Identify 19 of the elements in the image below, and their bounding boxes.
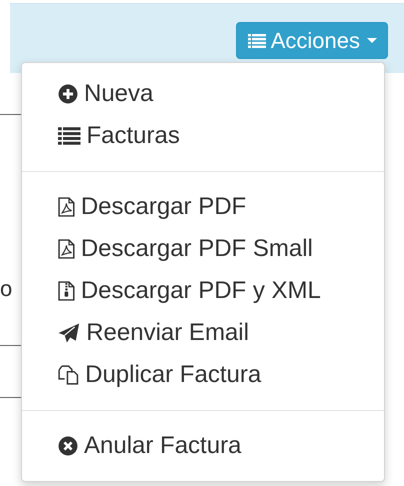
plus-circle-icon xyxy=(58,84,78,104)
menu-item[interactable]: Anular Factura xyxy=(22,425,384,467)
list-icon xyxy=(58,126,80,146)
list-icon xyxy=(248,32,266,48)
copy-icon xyxy=(58,365,80,385)
menu-item[interactable]: Facturas xyxy=(22,115,384,157)
cut-off-text: o xyxy=(0,276,12,302)
menu-item[interactable]: Descargar PDF xyxy=(22,186,384,228)
pdf-file-icon xyxy=(58,197,75,217)
caret-icon xyxy=(367,38,377,43)
paper-plane-icon xyxy=(58,323,80,343)
menu-item[interactable]: Descargar PDF y XML xyxy=(22,270,384,312)
menu-item[interactable]: Descargar PDF Small xyxy=(22,228,384,270)
menu-item[interactable]: Reenviar Email xyxy=(22,312,384,354)
zip-file-icon xyxy=(58,281,75,301)
menu-item[interactable]: Duplicar Factura xyxy=(22,354,384,396)
menu-item[interactable]: Nueva xyxy=(22,73,384,115)
pdf-file-icon xyxy=(58,239,75,259)
close-circle-icon xyxy=(58,436,78,456)
